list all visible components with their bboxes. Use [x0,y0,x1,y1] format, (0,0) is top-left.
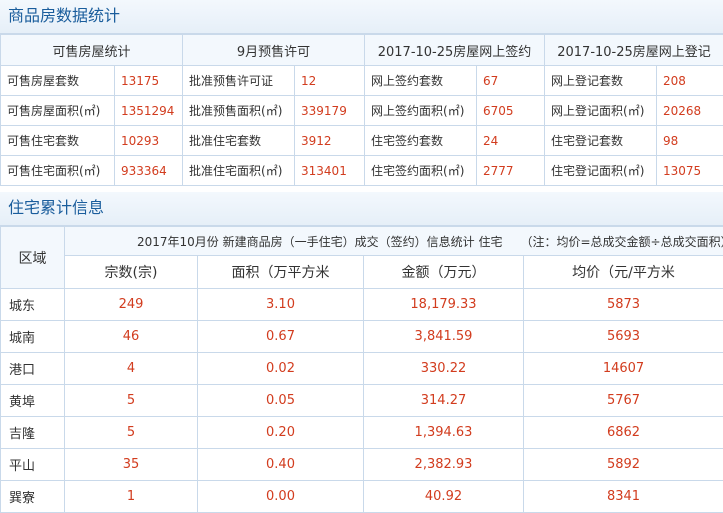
table-cell: 5693 [522,320,723,353]
stat-label: 网上签约面积(㎡) [364,95,478,126]
section-title: 商品房数据统计 [8,6,121,25]
stat-label: 可售房屋面积(㎡) [0,95,115,126]
caption-note: （注：均价=总成交金额÷总成交面积） [520,234,723,249]
table-cell: 5767 [522,384,723,417]
stat-value: 20268 [656,95,723,126]
table-cell: 0.20 [197,416,364,449]
table-cell: 0.02 [197,352,364,385]
region-name: 黄埠 [0,384,65,417]
table-cell: 40.92 [363,480,524,513]
stat-label: 可售住宅套数 [0,125,115,156]
table-cell: 5873 [522,288,723,321]
table-caption: 2017年10月份 新建商品房（一手住宅）成交（签约）信息统计 住宅 （注：均价=… [63,226,723,256]
column-header: 均价（元/平方米 [522,255,723,289]
table-cell: 8341 [522,480,723,513]
table-cell: 14607 [522,352,723,385]
stat-value: 98 [656,125,723,156]
stat-label: 住宅登记面积(㎡) [544,155,658,186]
region-name: 港口 [0,352,65,385]
stat-label: 住宅签约面积(㎡) [364,155,478,186]
table-cell: 314.27 [363,384,524,417]
table-row: 城东 249 3.10 18,179.33 5873 [0,288,723,321]
table-cell: 0.00 [197,480,364,513]
table-row: 吉隆 5 0.20 1,394.63 6862 [0,416,723,449]
table-cell: 1,394.63 [363,416,524,449]
stat-value: 2777 [476,155,546,186]
residential-stats-table: 区域 2017年10月份 新建商品房（一手住宅）成交（签约）信息统计 住宅 （注：… [0,226,723,513]
table-cell: 3,841.59 [363,320,524,353]
table-cell: 46 [64,320,198,353]
table-cell: 0.40 [197,448,364,481]
stat-value: 313401 [294,155,366,186]
table-cell: 0.05 [197,384,364,417]
region-name: 吉隆 [0,416,65,449]
stat-label: 批准预售许可证 [182,65,296,96]
table-header-row: 宗数(宗) 面积（万平方米 金额（万元） 均价（元/平方米 [1,255,723,289]
stat-label: 批准住宅面积(㎡) [182,155,296,186]
table-cell: 35 [64,448,198,481]
table-header-row: 可售房屋统计 9月预售许可 2017-10-25房屋网上签约 2017-10-2… [0,34,723,66]
stat-value: 339179 [294,95,366,126]
stat-label: 网上签约套数 [364,65,478,96]
stat-label: 批准住宅套数 [182,125,296,156]
stat-value: 24 [476,125,546,156]
table-cell: 330.22 [363,352,524,385]
stat-label: 批准预售面积(㎡) [182,95,296,126]
table-cell: 4 [64,352,198,385]
section-header-residential: 住宅累计信息 [0,192,723,226]
stat-value: 933364 [113,155,184,186]
stat-value: 13075 [656,155,723,186]
table-cell: 2,382.93 [363,448,524,481]
section-title: 住宅累计信息 [8,198,105,217]
column-header: 可售房屋统计 [0,34,184,66]
table-cell: 3.10 [197,288,364,321]
region-name: 城南 [0,320,65,353]
stat-value: 12 [294,65,366,96]
stat-value: 3912 [294,125,366,156]
stat-value: 13175 [113,65,184,96]
stat-label: 网上登记套数 [544,65,658,96]
caption-row: 区域 2017年10月份 新建商品房（一手住宅）成交（签约）信息统计 住宅 （注：… [0,226,723,289]
stat-label: 可售房屋套数 [0,65,115,96]
table-row: 港口 4 0.02 330.22 14607 [0,352,723,385]
table-cell: 0.67 [197,320,364,353]
region-name: 平山 [0,448,65,481]
region-header: 区域 [0,226,65,289]
table-cell: 18,179.33 [363,288,524,321]
stat-value: 10293 [113,125,184,156]
table-row: 可售住宅面积(㎡) 933364 批准住宅面积(㎡) 313401 住宅签约面积(㎡) 2… [0,155,723,186]
table-cell: 249 [64,288,198,321]
stat-value: 1351294 [113,95,184,126]
section-header-commercial: 商品房数据统计 [0,0,723,34]
region-name: 城东 [0,288,65,321]
stat-label: 网上登记面积(㎡) [544,95,658,126]
table-row: 黄埠 5 0.05 314.27 5767 [0,384,723,417]
stat-value: 6705 [476,95,546,126]
column-header: 金额（万元） [363,255,524,289]
table-row: 可售房屋套数 13175 批准预售许可证 12 网上签约套数 67 网上登记套数 208 [0,65,723,96]
column-header: 面积（万平方米 [197,255,364,289]
stat-value: 67 [476,65,546,96]
stat-value: 208 [656,65,723,96]
table-row: 巽寮 1 0.00 40.92 8341 [0,480,723,513]
column-header: 2017-10-25房屋网上登记 [544,34,723,66]
stat-label: 住宅签约套数 [364,125,478,156]
column-header: 宗数(宗) [64,255,198,289]
column-header: 2017-10-25房屋网上签约 [364,34,546,66]
table-row: 平山 35 0.40 2,382.93 5892 [0,448,723,481]
table-row: 城南 46 0.67 3,841.59 5693 [0,320,723,353]
region-name: 巽寮 [0,480,65,513]
caption-text: 2017年10月份 新建商品房（一手住宅）成交（签约）信息统计 住宅 [137,234,503,249]
table-row: 可售住宅套数 10293 批准住宅套数 3912 住宅签约套数 24 住宅登记套数 98 [0,125,723,156]
table-cell: 6862 [522,416,723,449]
table-cell: 1 [64,480,198,513]
table-cell: 5 [64,416,198,449]
column-header: 9月预售许可 [182,34,366,66]
stat-label: 可售住宅面积(㎡) [0,155,115,186]
table-cell: 5 [64,384,198,417]
table-cell: 5892 [522,448,723,481]
stat-label: 住宅登记套数 [544,125,658,156]
table-row: 可售房屋面积(㎡) 1351294 批准预售面积(㎡) 339179 网上签约面积(㎡)… [0,95,723,126]
commercial-stats-table: 可售房屋统计 9月预售许可 2017-10-25房屋网上签约 2017-10-2… [0,34,723,186]
